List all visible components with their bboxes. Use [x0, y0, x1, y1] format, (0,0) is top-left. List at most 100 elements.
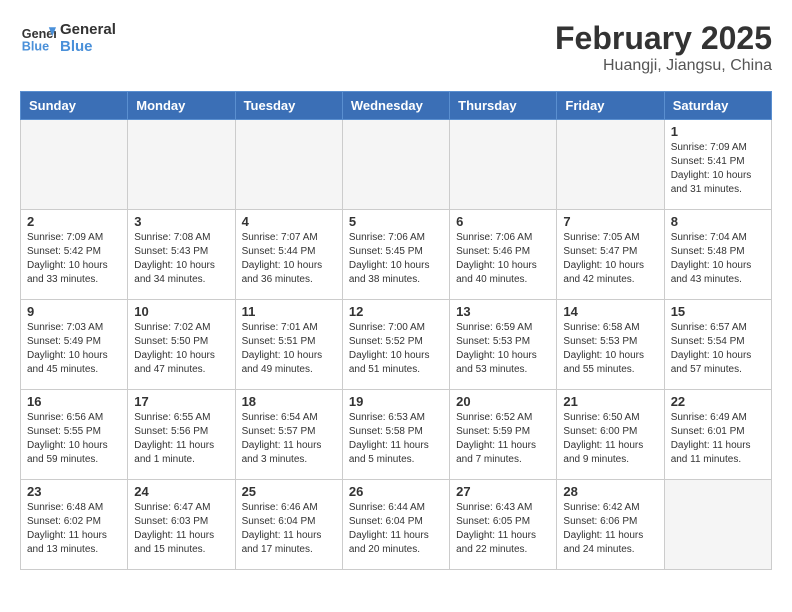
calendar-cell: 13 Sunrise: 6:59 AM Sunset: 5:53 PM Dayli… [450, 300, 557, 390]
day-number: 8 [671, 214, 765, 229]
day-info: Sunrise: 7:09 AM Sunset: 5:42 PM Dayligh… [27, 231, 121, 287]
weekday-header-saturday: Saturday [664, 92, 771, 120]
day-number: 17 [134, 394, 228, 409]
day-info: Sunrise: 6:52 AM Sunset: 5:59 PM Dayligh… [456, 411, 550, 467]
day-info: Sunrise: 6:48 AM Sunset: 6:02 PM Dayligh… [27, 501, 121, 557]
calendar-cell: 9 Sunrise: 7:03 AM Sunset: 5:49 PM Daylig… [21, 300, 128, 390]
calendar-cell: 20 Sunrise: 6:52 AM Sunset: 5:59 PM Dayli… [450, 390, 557, 480]
title-block: February 2025 Huangji, Jiangsu, China [555, 20, 772, 75]
calendar-week-5: 23 Sunrise: 6:48 AM Sunset: 6:02 PM Dayli… [21, 480, 772, 570]
weekday-header-friday: Friday [557, 92, 664, 120]
day-number: 4 [242, 214, 336, 229]
calendar-cell: 26 Sunrise: 6:44 AM Sunset: 6:04 PM Dayli… [342, 480, 449, 570]
day-number: 5 [349, 214, 443, 229]
day-info: Sunrise: 7:08 AM Sunset: 5:43 PM Dayligh… [134, 231, 228, 287]
calendar-cell [557, 120, 664, 210]
day-info: Sunrise: 6:59 AM Sunset: 5:53 PM Dayligh… [456, 321, 550, 377]
day-info: Sunrise: 6:58 AM Sunset: 5:53 PM Dayligh… [563, 321, 657, 377]
day-info: Sunrise: 6:43 AM Sunset: 6:05 PM Dayligh… [456, 501, 550, 557]
logo: General Blue General Blue [20, 20, 116, 56]
day-info: Sunrise: 7:09 AM Sunset: 5:41 PM Dayligh… [671, 141, 765, 197]
day-info: Sunrise: 6:55 AM Sunset: 5:56 PM Dayligh… [134, 411, 228, 467]
day-info: Sunrise: 6:46 AM Sunset: 6:04 PM Dayligh… [242, 501, 336, 557]
calendar-cell: 21 Sunrise: 6:50 AM Sunset: 6:00 PM Dayli… [557, 390, 664, 480]
calendar-cell [664, 480, 771, 570]
day-number: 14 [563, 304, 657, 319]
day-number: 6 [456, 214, 550, 229]
day-info: Sunrise: 6:56 AM Sunset: 5:55 PM Dayligh… [27, 411, 121, 467]
day-number: 16 [27, 394, 121, 409]
day-info: Sunrise: 6:54 AM Sunset: 5:57 PM Dayligh… [242, 411, 336, 467]
calendar-cell [128, 120, 235, 210]
calendar-cell: 10 Sunrise: 7:02 AM Sunset: 5:50 PM Dayli… [128, 300, 235, 390]
day-number: 13 [456, 304, 550, 319]
day-info: Sunrise: 7:07 AM Sunset: 5:44 PM Dayligh… [242, 231, 336, 287]
day-number: 20 [456, 394, 550, 409]
day-info: Sunrise: 7:02 AM Sunset: 5:50 PM Dayligh… [134, 321, 228, 377]
day-number: 7 [563, 214, 657, 229]
weekday-header-thursday: Thursday [450, 92, 557, 120]
day-info: Sunrise: 7:04 AM Sunset: 5:48 PM Dayligh… [671, 231, 765, 287]
weekday-header-row: SundayMondayTuesdayWednesdayThursdayFrid… [21, 92, 772, 120]
day-info: Sunrise: 7:03 AM Sunset: 5:49 PM Dayligh… [27, 321, 121, 377]
calendar-cell: 18 Sunrise: 6:54 AM Sunset: 5:57 PM Dayli… [235, 390, 342, 480]
day-number: 27 [456, 484, 550, 499]
day-number: 26 [349, 484, 443, 499]
calendar-subtitle: Huangji, Jiangsu, China [555, 57, 772, 75]
day-number: 28 [563, 484, 657, 499]
day-info: Sunrise: 6:57 AM Sunset: 5:54 PM Dayligh… [671, 321, 765, 377]
weekday-header-wednesday: Wednesday [342, 92, 449, 120]
calendar-cell: 5 Sunrise: 7:06 AM Sunset: 5:45 PM Daylig… [342, 210, 449, 300]
calendar-week-1: 1Sunrise: 7:09 AM Sunset: 5:41 PM Daylig… [21, 120, 772, 210]
calendar-cell: 11 Sunrise: 7:01 AM Sunset: 5:51 PM Dayli… [235, 300, 342, 390]
calendar-cell: 8 Sunrise: 7:04 AM Sunset: 5:48 PM Daylig… [664, 210, 771, 300]
day-number: 9 [27, 304, 121, 319]
calendar-cell [235, 120, 342, 210]
calendar-cell: 1Sunrise: 7:09 AM Sunset: 5:41 PM Daylig… [664, 120, 771, 210]
day-number: 22 [671, 394, 765, 409]
logo-text-line1: General [60, 21, 116, 38]
calendar-cell: 28 Sunrise: 6:42 AM Sunset: 6:06 PM Dayli… [557, 480, 664, 570]
day-info: Sunrise: 7:06 AM Sunset: 5:45 PM Dayligh… [349, 231, 443, 287]
calendar-cell: 22Sunrise: 6:49 AM Sunset: 6:01 PM Dayli… [664, 390, 771, 480]
calendar-cell: 6 Sunrise: 7:06 AM Sunset: 5:46 PM Daylig… [450, 210, 557, 300]
day-number: 23 [27, 484, 121, 499]
logo-icon: General Blue [20, 20, 56, 56]
calendar-cell: 4 Sunrise: 7:07 AM Sunset: 5:44 PM Daylig… [235, 210, 342, 300]
weekday-header-tuesday: Tuesday [235, 92, 342, 120]
day-number: 24 [134, 484, 228, 499]
calendar-cell: 16 Sunrise: 6:56 AM Sunset: 5:55 PM Dayli… [21, 390, 128, 480]
day-number: 25 [242, 484, 336, 499]
calendar-week-2: 2Sunrise: 7:09 AM Sunset: 5:42 PM Daylig… [21, 210, 772, 300]
calendar-cell [450, 120, 557, 210]
day-info: Sunrise: 6:50 AM Sunset: 6:00 PM Dayligh… [563, 411, 657, 467]
weekday-header-monday: Monday [128, 92, 235, 120]
calendar-cell [21, 120, 128, 210]
day-number: 3 [134, 214, 228, 229]
calendar-cell: 27 Sunrise: 6:43 AM Sunset: 6:05 PM Dayli… [450, 480, 557, 570]
day-info: Sunrise: 7:06 AM Sunset: 5:46 PM Dayligh… [456, 231, 550, 287]
calendar-cell: 17 Sunrise: 6:55 AM Sunset: 5:56 PM Dayli… [128, 390, 235, 480]
calendar-table: SundayMondayTuesdayWednesdayThursdayFrid… [20, 91, 772, 570]
calendar-cell: 25 Sunrise: 6:46 AM Sunset: 6:04 PM Dayli… [235, 480, 342, 570]
calendar-cell: 15 Sunrise: 6:57 AM Sunset: 5:54 PM Dayli… [664, 300, 771, 390]
day-number: 19 [349, 394, 443, 409]
page-header: General Blue General Blue February 2025 … [20, 20, 772, 75]
calendar-cell: 14 Sunrise: 6:58 AM Sunset: 5:53 PM Dayli… [557, 300, 664, 390]
svg-text:Blue: Blue [22, 40, 49, 54]
day-number: 18 [242, 394, 336, 409]
day-info: Sunrise: 6:53 AM Sunset: 5:58 PM Dayligh… [349, 411, 443, 467]
day-number: 21 [563, 394, 657, 409]
day-info: Sunrise: 6:44 AM Sunset: 6:04 PM Dayligh… [349, 501, 443, 557]
calendar-title: February 2025 [555, 20, 772, 57]
calendar-cell: 2Sunrise: 7:09 AM Sunset: 5:42 PM Daylig… [21, 210, 128, 300]
calendar-cell [342, 120, 449, 210]
day-number: 15 [671, 304, 765, 319]
day-number: 10 [134, 304, 228, 319]
day-info: Sunrise: 6:42 AM Sunset: 6:06 PM Dayligh… [563, 501, 657, 557]
weekday-header-sunday: Sunday [21, 92, 128, 120]
day-info: Sunrise: 7:00 AM Sunset: 5:52 PM Dayligh… [349, 321, 443, 377]
calendar-cell: 24Sunrise: 6:47 AM Sunset: 6:03 PM Dayli… [128, 480, 235, 570]
day-info: Sunrise: 7:01 AM Sunset: 5:51 PM Dayligh… [242, 321, 336, 377]
day-number: 11 [242, 304, 336, 319]
